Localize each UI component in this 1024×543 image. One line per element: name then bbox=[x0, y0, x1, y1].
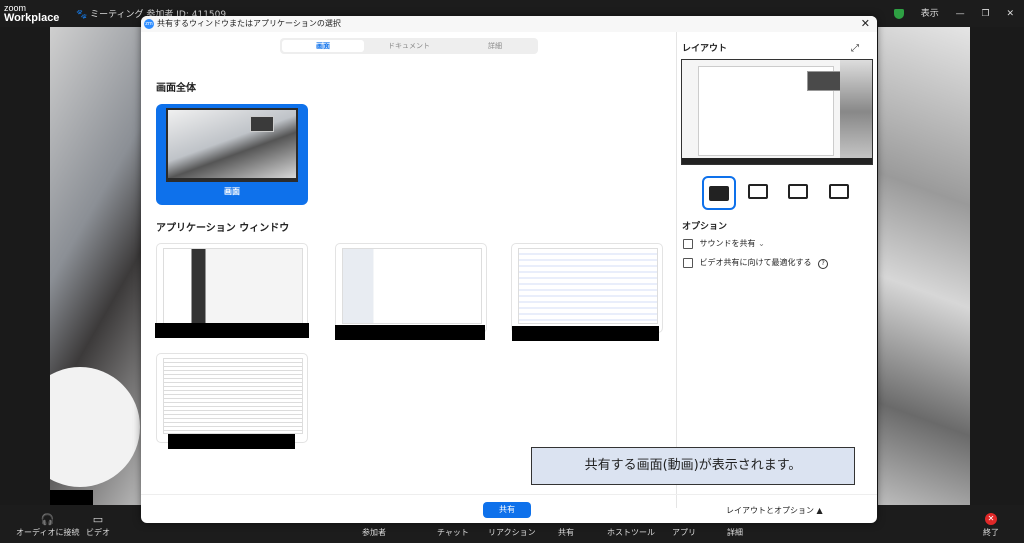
tab-bar: 画面 ドキュメント 詳細 bbox=[280, 38, 538, 54]
caption-box: 共有する画面(動画)が表示されます。 bbox=[531, 447, 855, 485]
share-button[interactable]: 共有 bbox=[483, 502, 531, 518]
layout-title: レイアウト bbox=[682, 44, 728, 54]
details-label: 詳細 bbox=[727, 528, 743, 537]
minimize-icon[interactable]: — bbox=[956, 9, 965, 19]
shield-icon bbox=[893, 8, 904, 19]
layout-side-icon bbox=[829, 183, 849, 199]
layout-side-button[interactable] bbox=[824, 176, 854, 206]
video-label: ビデオ bbox=[86, 528, 110, 537]
option-sound[interactable]: サウンドを共有 ⌄ bbox=[683, 238, 765, 249]
layout-pip-icon bbox=[748, 183, 768, 199]
video-right bbox=[878, 27, 970, 505]
checkbox-video[interactable] bbox=[683, 257, 693, 268]
layout-options-label: レイアウトとオプション bbox=[726, 506, 814, 515]
headphones-icon: 🎧 bbox=[40, 513, 55, 526]
end-button[interactable]: ✕ 終了 bbox=[983, 513, 999, 538]
layout-options-toggle[interactable]: レイアウトとオプション ▲ bbox=[726, 505, 823, 516]
checkbox-sound[interactable] bbox=[683, 238, 693, 249]
options-title: オプション bbox=[682, 222, 728, 232]
expand-icon[interactable]: ⤢ bbox=[851, 43, 859, 54]
layout-standard-icon bbox=[788, 183, 808, 199]
camera-icon: ▭ bbox=[92, 513, 104, 526]
redacted-title-bar bbox=[155, 323, 309, 338]
end-label: 終了 bbox=[983, 528, 999, 537]
preview-side-image bbox=[840, 60, 872, 164]
audio-label: オーディオに接続 bbox=[16, 528, 80, 537]
end-icon: ✕ bbox=[985, 513, 997, 525]
host-tools-label: ホストツール bbox=[607, 528, 655, 537]
layout-preview bbox=[681, 59, 873, 165]
audio-button[interactable]: 🎧 オーディオに接続 bbox=[16, 513, 79, 538]
participants-label: 参加者 bbox=[362, 528, 386, 537]
layout-standard-button[interactable] bbox=[783, 176, 813, 206]
tab-document[interactable]: ドキュメント bbox=[368, 40, 450, 52]
redacted-title-bar bbox=[168, 434, 295, 449]
layout-pip-button[interactable] bbox=[743, 176, 773, 206]
app-window-tile[interactable] bbox=[156, 243, 308, 333]
chevron-down-icon[interactable]: ⌄ bbox=[758, 239, 765, 248]
option-video-optimize[interactable]: ビデオ共有に向けて最適化する ? bbox=[683, 257, 829, 269]
layout-full-icon bbox=[709, 185, 729, 201]
light-glow bbox=[50, 367, 140, 487]
app-window-tile[interactable] bbox=[511, 243, 663, 333]
video-button[interactable]: ▭ ビデオ bbox=[86, 513, 110, 538]
app-window-tile[interactable] bbox=[335, 243, 487, 333]
section-screen-title: 画面全体 bbox=[156, 83, 196, 94]
app-thumbnail bbox=[518, 248, 658, 324]
paw-icon: 🐾 bbox=[76, 10, 88, 20]
screen-label: 画面 bbox=[224, 187, 240, 196]
caret-up-icon: ▲ bbox=[816, 506, 823, 515]
bottom-divider bbox=[141, 494, 877, 495]
logo-line2: Workplace bbox=[4, 12, 60, 24]
layout-fullscreen-button[interactable] bbox=[702, 176, 736, 210]
preview-video bbox=[807, 71, 841, 91]
option-sound-label: サウンドを共有 bbox=[699, 239, 756, 248]
dialog-title: 共有するウィンドウまたはアプリケーションの選択 bbox=[157, 19, 341, 28]
apps-label: アプリ bbox=[672, 528, 696, 537]
redacted-title-bar bbox=[335, 325, 485, 340]
redaction-block bbox=[50, 490, 93, 505]
chat-label: チャット bbox=[437, 528, 469, 537]
panel-divider bbox=[676, 32, 677, 508]
redacted-title-bar bbox=[512, 326, 659, 341]
app-thumbnail bbox=[342, 248, 482, 324]
video-left bbox=[50, 27, 142, 505]
zoom-app-icon: zm bbox=[144, 19, 154, 29]
tab-advanced[interactable]: 詳細 bbox=[454, 40, 536, 52]
help-icon[interactable]: ? bbox=[818, 259, 829, 269]
tab-screen[interactable]: 画面 bbox=[282, 40, 364, 52]
screen-thumbnail bbox=[166, 108, 298, 182]
app-thumbnail bbox=[163, 358, 303, 434]
restore-icon[interactable]: ❐ bbox=[982, 9, 990, 19]
zoom-logo: zoom Workplace bbox=[4, 3, 60, 24]
preview-taskbar bbox=[682, 158, 872, 164]
reactions-label: リアクション bbox=[488, 528, 536, 537]
section-apps-title: アプリケーション ウィンドウ bbox=[156, 223, 290, 234]
app-window-tile[interactable] bbox=[156, 353, 308, 443]
window-controls: 表示 — ❐ ✕ bbox=[880, 6, 1014, 19]
app-thumbnail bbox=[163, 248, 303, 324]
thumbnail-video-box bbox=[250, 116, 274, 132]
close-window-icon[interactable]: ✕ bbox=[1006, 9, 1014, 19]
thumbnail-image bbox=[168, 110, 296, 178]
screen-tile[interactable]: 画面 bbox=[156, 104, 308, 205]
close-icon[interactable]: ✕ bbox=[861, 16, 870, 32]
dialog-titlebar: zm 共有するウィンドウまたはアプリケーションの選択 ✕ bbox=[141, 16, 877, 32]
option-video-label: ビデオ共有に向けて最適化する bbox=[699, 258, 812, 267]
share-label: 共有 bbox=[558, 528, 574, 537]
view-button[interactable]: 表示 bbox=[921, 9, 939, 19]
